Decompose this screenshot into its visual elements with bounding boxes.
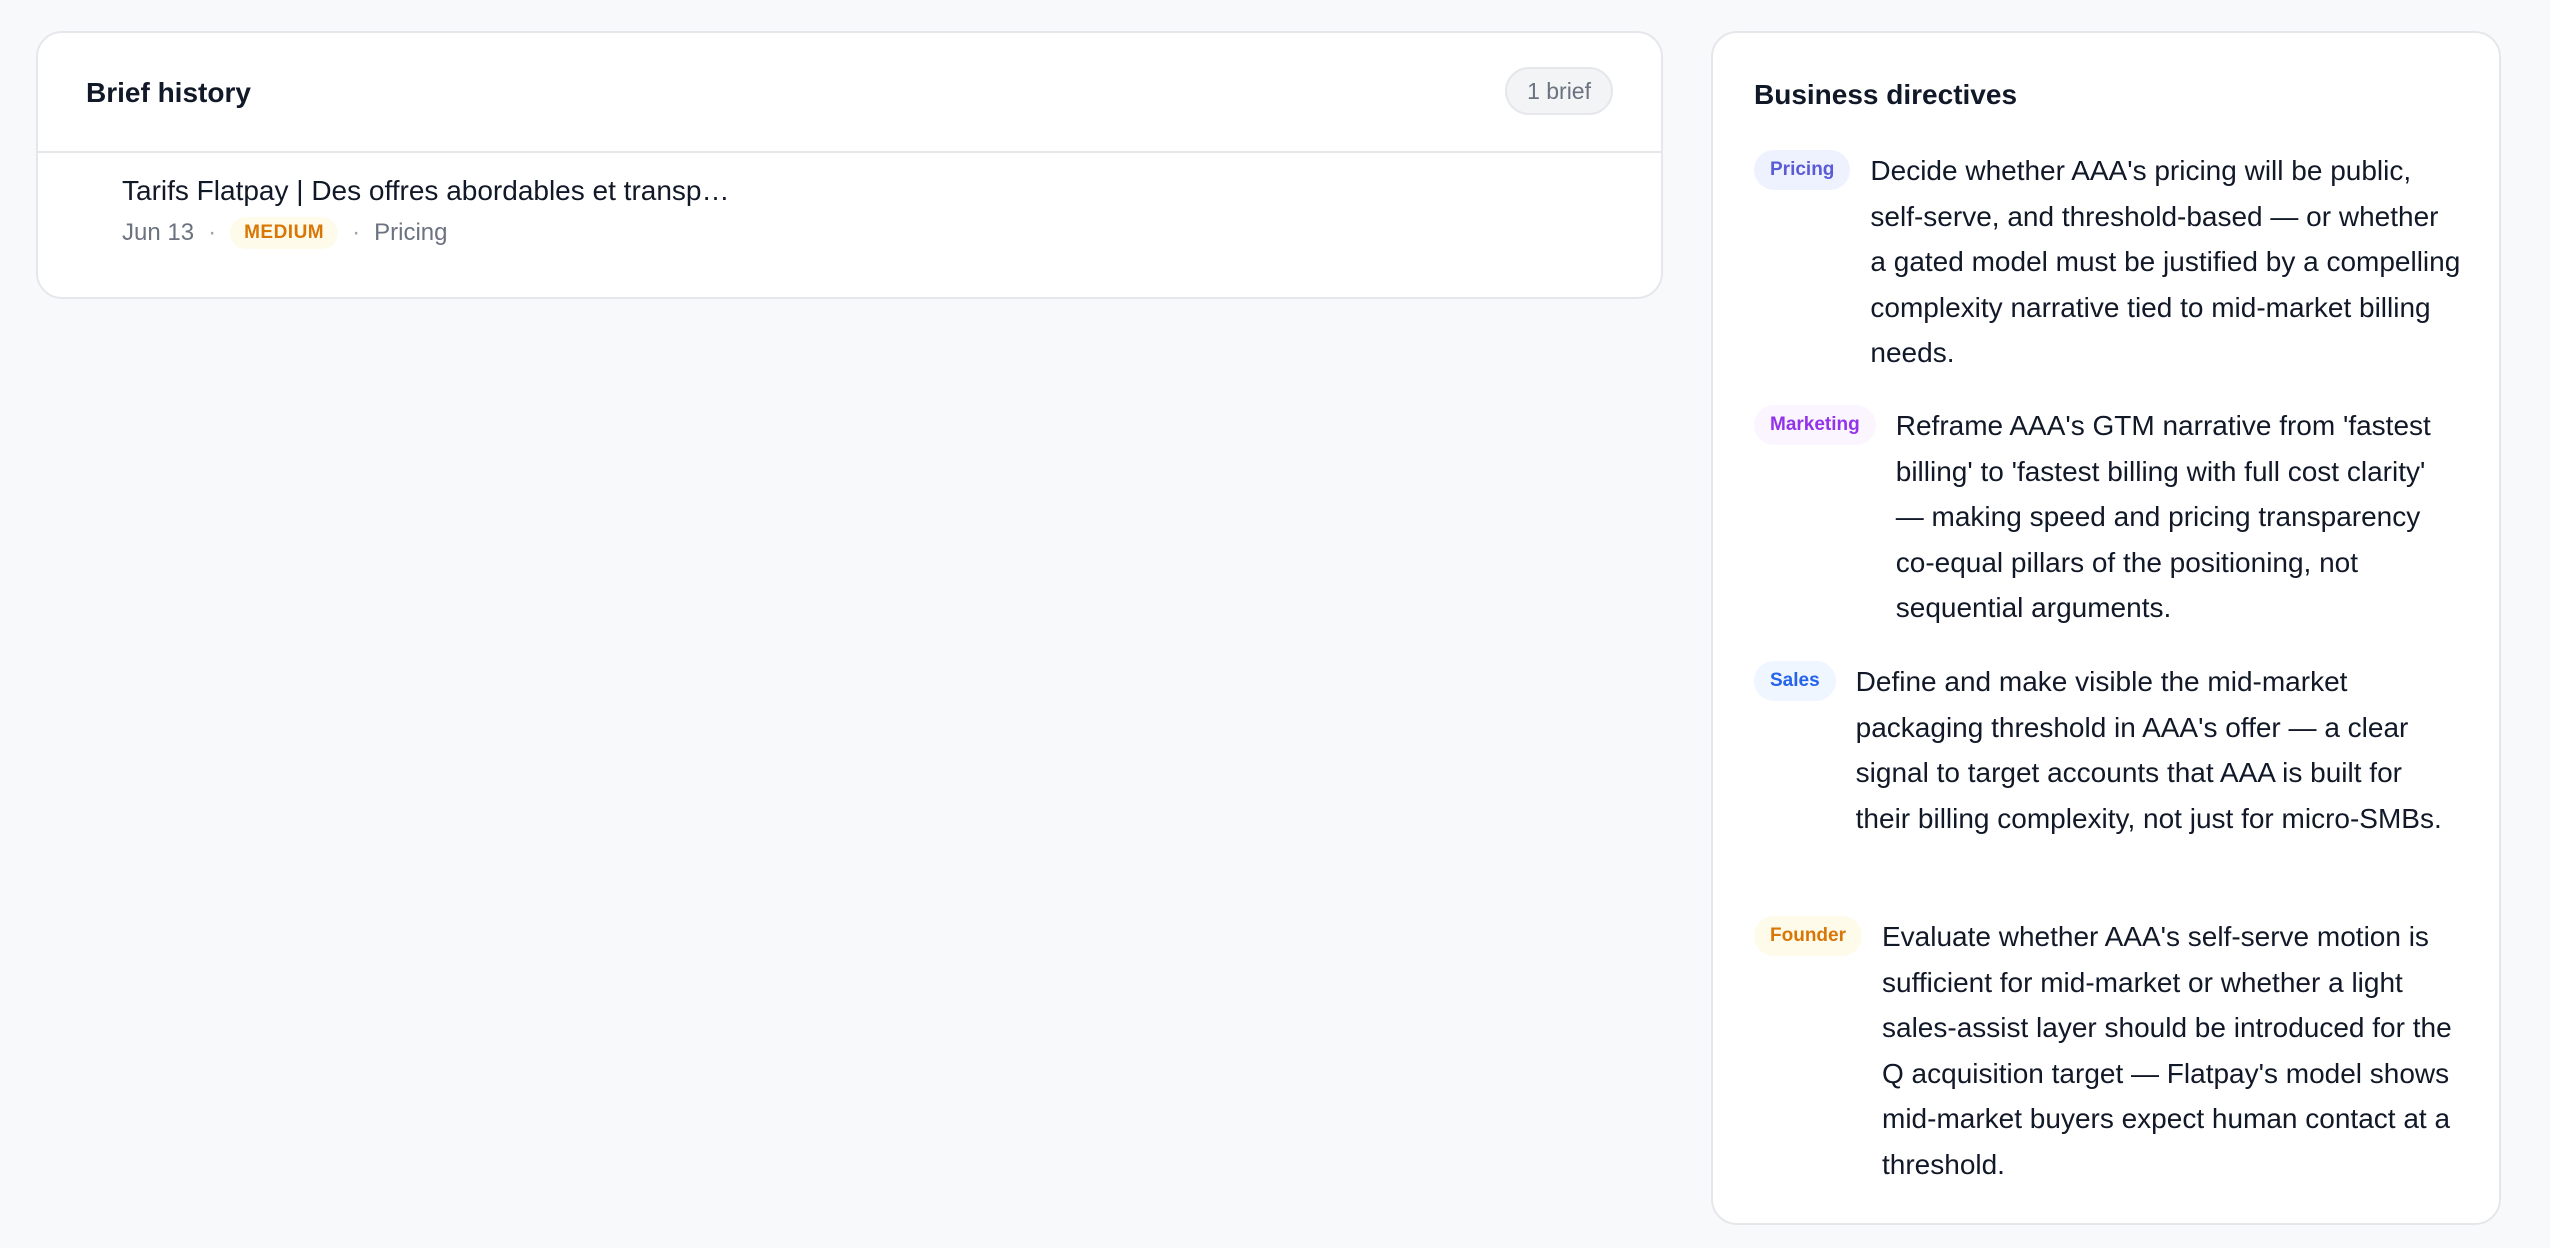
brief-history-header: Brief history 1 brief [38,33,1661,153]
brief-history-card: Brief history 1 brief Tarifs Flatpay | D… [36,31,1663,299]
directive-item-pricing: Pricing Decide whether AAA's pricing wil… [1754,148,2461,376]
meta-separator: · [352,219,361,246]
directive-tag-pricing: Pricing [1754,150,1851,190]
directive-tag-founder: Founder [1754,916,1862,956]
priority-badge: MEDIUM [230,217,339,249]
directive-tag-marketing: Marketing [1754,405,1876,445]
brief-count-badge: 1 brief [1505,67,1613,115]
directive-item-sales: Sales Define and make visible the mid-ma… [1754,659,2461,841]
directive-text: Define and make visible the mid-market p… [1855,666,2442,834]
directive-text: Evaluate whether AAA's self-serve motion… [1882,921,2452,1180]
directive-item-marketing: Marketing Reframe AAA's GTM narrative fr… [1754,403,2461,631]
brief-list-item[interactable]: Tarifs Flatpay | Des offres abordables e… [38,153,1661,299]
meta-separator: · [208,219,217,246]
brief-meta: Jun 13 · MEDIUM · Pricing [122,217,447,249]
business-directives-title: Business directives [1754,79,2018,110]
directive-text: Reframe AAA's GTM narrative from 'fastes… [1895,410,2431,623]
brief-title[interactable]: Tarifs Flatpay | Des offres abordables e… [122,173,729,209]
directive-text: Decide whether AAA's pricing will be pub… [1870,155,2461,368]
brief-category: Pricing [374,219,448,246]
brief-history-title: Brief history [86,77,251,108]
brief-date: Jun 13 [122,219,195,246]
business-directives-card: Business directives Pricing Decide wheth… [1711,31,2501,1225]
directive-item-founder: Founder Evaluate whether AAA's self-serv… [1754,914,2461,1187]
directive-tag-sales: Sales [1754,661,1836,701]
